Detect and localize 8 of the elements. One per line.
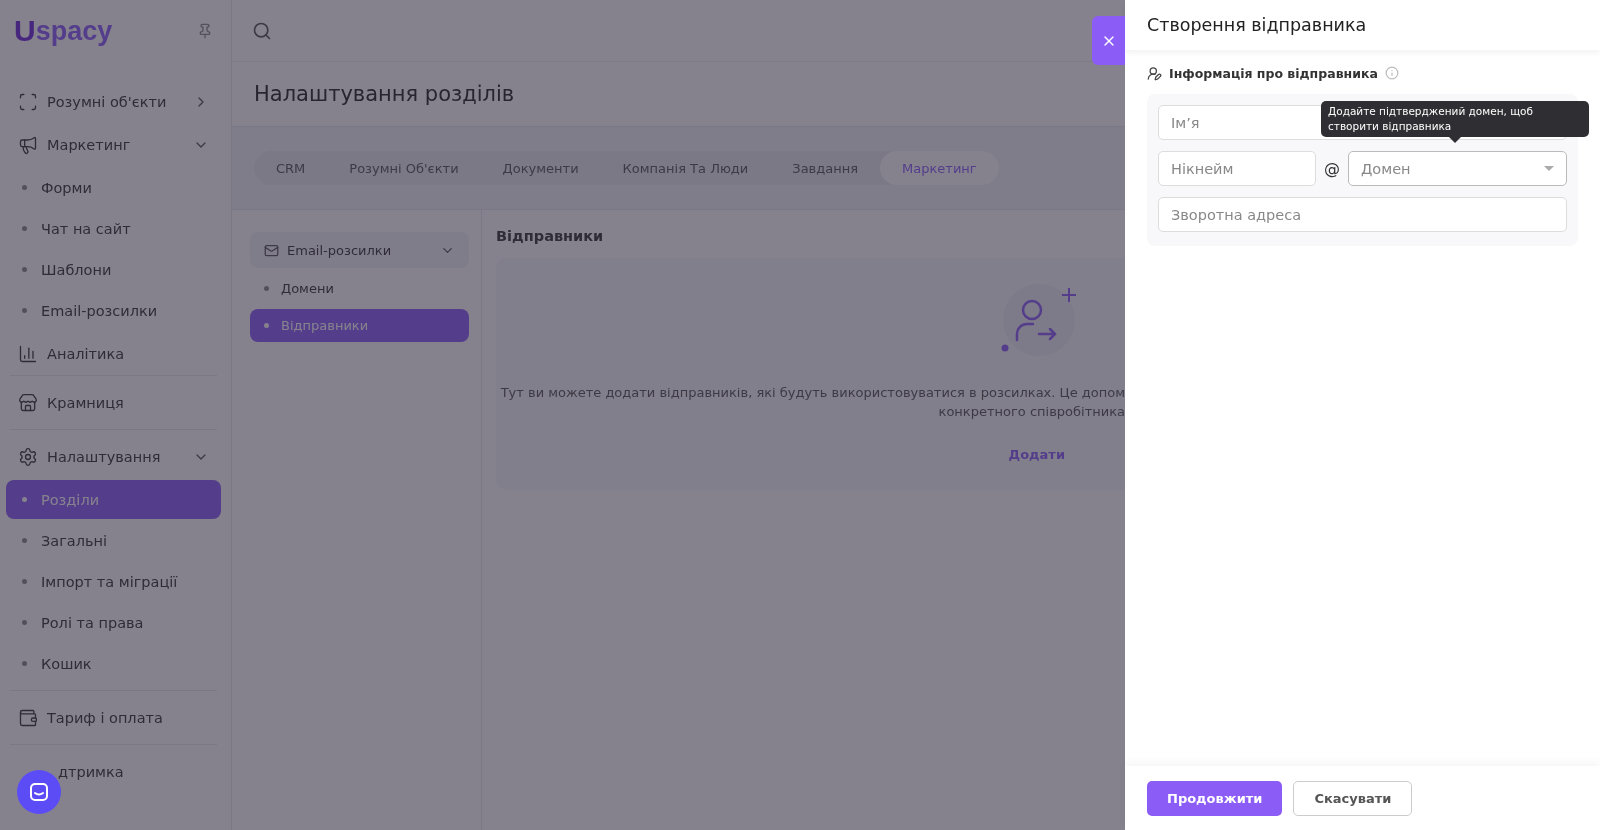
section-title: Відправники: [496, 228, 605, 244]
section-heading: Інформація про відправника: [1169, 65, 1378, 81]
tooltip: Додайте підтверджений домен, щоб створити відправника: [1321, 101, 1589, 137]
logo: Uspacy: [14, 14, 113, 48]
empty-state-text: Тут ви можете додати відправників, які будуть використовуватися в розсилках. Це допом конкретного співробітника: [500, 384, 1125, 421]
drawer-title: Створення відправника: [1147, 15, 1367, 35]
page-title: Налаштування розділів: [254, 82, 515, 106]
at-sign: @: [1324, 159, 1340, 178]
